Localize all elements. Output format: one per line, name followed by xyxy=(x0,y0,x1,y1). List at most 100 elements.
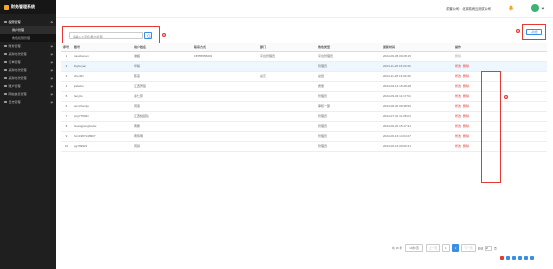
column-header: 用户姓名 xyxy=(132,43,192,52)
delete-link[interactable]: 删除 xyxy=(463,104,469,108)
delete-link[interactable]: 删除 xyxy=(463,64,469,68)
edit-link[interactable]: 修改 xyxy=(455,144,461,148)
next-page-button[interactable]: 下一页 xyxy=(461,244,476,252)
table-row: 2 lhghuyan 华毅 管理员 2024-11-25 15:20:30 修改 删除 xyxy=(61,61,547,72)
sidebar-item-label: 采购付款管理 xyxy=(8,76,27,80)
column-header: 序号 xyxy=(61,43,72,52)
page-size-select[interactable]: 10条/页 xyxy=(405,244,423,252)
table-row: 5 fenyilu 泰仁邦 管理员 2024-09-03 11:17:54 修改 删除 xyxy=(61,91,547,102)
page-2-button[interactable]: 2 xyxy=(451,244,460,252)
goto-page-input[interactable] xyxy=(485,245,493,251)
cell-phone xyxy=(192,91,258,102)
sidebar-item-label: 订单管理 xyxy=(8,60,21,64)
cell-account: wenzhenjie xyxy=(72,101,132,112)
delete-link[interactable]: 删除 xyxy=(463,114,469,118)
sidebar-item-finance[interactable]: 财务管理 xyxy=(0,42,56,50)
prev-page-button[interactable]: 上一页 xyxy=(425,244,441,252)
app-logo: 财务管理系统 xyxy=(0,0,56,14)
tray-icon[interactable] xyxy=(500,256,504,260)
table-row: 6 wenzhenjie 周恩 审核一部 2024-08-30 09:38:56 修改 删除 xyxy=(61,101,547,112)
sidebar-subitem-roles[interactable]: 角色权限管理 xyxy=(0,34,56,42)
sidebar-item-purchase-1[interactable]: 采购付款管理 xyxy=(0,50,56,58)
app-title: 财务管理系统 xyxy=(11,4,35,9)
sidebar-item-permission[interactable]: 权限管理 xyxy=(0,18,56,26)
avatar[interactable] xyxy=(531,4,539,12)
cell-dept xyxy=(258,131,316,142)
edit-link[interactable]: 修改 xyxy=(455,64,461,68)
add-button[interactable]: +新增 xyxy=(526,29,542,35)
table-body: 1 caoshenen 谢超 15555556001 平台管理员 平台管理员 2024-06… xyxy=(61,51,547,152)
cell-phone: 15555556001 xyxy=(192,51,258,62)
sidebar-item-label: 网站信息管理 xyxy=(8,92,27,96)
sidebar-item-label: 采购付款管理 xyxy=(8,52,27,56)
sidebar-item-logs[interactable]: 日志管理 xyxy=(0,98,56,106)
pagination: 共 16 条 10条/页 上一页 1 2 下一页 前往 页 xyxy=(392,244,497,252)
menu-icon xyxy=(4,68,7,72)
table-row: 9 hcn1987148967 黄伟明 管理员 2024-06-16 14:04:27 修… xyxy=(61,131,547,142)
sidebar-item-site-info[interactable]: 网站信息管理 xyxy=(0,90,56,98)
cell-dept xyxy=(258,81,316,92)
sidebar-item-orders[interactable]: 订单管理 xyxy=(0,58,56,66)
search-input[interactable] xyxy=(69,32,143,39)
cell-time: 2024-09-03 11:17:54 xyxy=(381,91,453,102)
chevron-down-icon xyxy=(50,92,53,95)
edit-link[interactable]: 修改 xyxy=(455,134,461,138)
delete-link[interactable]: 删除 xyxy=(463,74,469,78)
delete-link[interactable]: 删除 xyxy=(463,94,469,98)
edit-link[interactable]: 修改 xyxy=(455,74,461,78)
bell-icon[interactable] xyxy=(508,5,514,11)
edit-link[interactable]: 修改 xyxy=(455,84,461,88)
delete-link[interactable]: 删除 xyxy=(463,84,469,88)
chevron-down-icon xyxy=(50,44,53,47)
sidebar-item-label: 财务管理 xyxy=(8,44,21,48)
cell-dept xyxy=(258,61,316,72)
cell-account: caoshenen xyxy=(72,51,132,62)
delete-link[interactable]: 删除 xyxy=(463,124,469,128)
sidebar-item-purchase-3[interactable]: 采购付款管理 xyxy=(0,74,56,82)
system-tray xyxy=(500,256,534,260)
cell-name: 陈思 xyxy=(132,71,192,82)
cell-name: 谢超 xyxy=(132,51,192,62)
cell-account: lhghuyan xyxy=(72,61,132,72)
cell-idx: 9 xyxy=(61,131,72,142)
sidebar-subitem-users[interactable]: 用户管理 xyxy=(0,26,56,34)
cell-time: 2024-07-31 11:28:04 xyxy=(381,111,453,122)
cell-time: 2024-11-25 15:20:30 xyxy=(381,61,453,72)
cell-idx: 5 xyxy=(61,91,72,102)
delete-link[interactable]: 删除 xyxy=(463,134,469,138)
edit-link[interactable]: 修改 xyxy=(455,94,461,98)
goto-suffix: 页 xyxy=(493,246,497,250)
chevron-down-icon[interactable] xyxy=(541,6,545,10)
cell-idx: 10 xyxy=(61,141,72,152)
edit-link[interactable]: 修改 xyxy=(455,124,461,128)
cell-idx: 2 xyxy=(61,61,72,72)
cell-role: 管理员 xyxy=(316,91,381,102)
chevron-up-icon xyxy=(50,21,53,24)
column-header: 账号 xyxy=(72,43,132,52)
annotation-marker-3: ③ xyxy=(516,29,520,33)
tray-icon[interactable] xyxy=(524,256,528,260)
sidebar-item-purchase-2[interactable]: 采购付款管理 xyxy=(0,66,56,74)
edit-link[interactable]: 修改 xyxy=(455,104,461,108)
column-header: 角色类型 xyxy=(316,43,381,52)
cell-role: 管理员 xyxy=(316,131,381,142)
tray-icon[interactable] xyxy=(530,256,534,260)
menu-icon xyxy=(4,92,7,96)
cell-role: 总经 xyxy=(316,71,381,82)
cell-ops: 删除 xyxy=(453,51,547,62)
edit-link[interactable]: 修改 xyxy=(455,114,461,118)
tray-icon[interactable] xyxy=(512,256,516,260)
delete-link[interactable]: 删除 xyxy=(463,144,469,148)
search-button[interactable] xyxy=(144,32,152,39)
tray-icon[interactable] xyxy=(506,256,510,260)
logo-icon xyxy=(4,4,9,10)
tray-icon[interactable] xyxy=(518,256,522,260)
cell-phone xyxy=(192,121,258,132)
search-icon xyxy=(147,34,151,39)
table-row: 10 pg799921 周铁 管理员 2024-06-16 09:00:41 修改 删除 xyxy=(61,141,547,152)
total-count: 共 16 条 xyxy=(392,246,403,250)
page-1-button[interactable]: 1 xyxy=(442,244,450,252)
cell-name: 江西桃园队 xyxy=(132,111,192,122)
cell-role: 审核一部 xyxy=(316,101,381,112)
sidebar-item-accounts[interactable]: 账户管理 xyxy=(0,82,56,90)
